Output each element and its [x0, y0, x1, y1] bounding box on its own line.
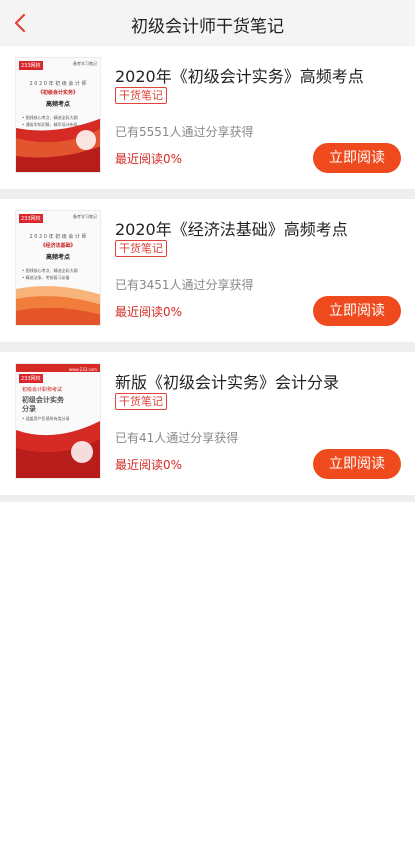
divider: [0, 342, 415, 352]
share-count: 已有3451人通过分享获得: [115, 278, 254, 292]
category-badge: 干货笔记: [115, 240, 167, 257]
cover-tag: 备考学习笔记: [73, 214, 97, 219]
cover-note: • 涵盖资产负债所有类分录: [22, 416, 70, 421]
cover-note: • 通俗学知识脉、精华设计布局: [22, 122, 78, 127]
cover-line: 初级会计职称考试: [22, 387, 63, 393]
note-card[interactable]: 233网校 www.233.com 初级会计职称考试 初级会计实务 分录 • 涵…: [0, 352, 415, 495]
cover-line: 2 0 2 0 年 初 级 会 计 师: [29, 81, 87, 87]
category-badge: 干货笔记: [115, 87, 167, 104]
cover-heading: 分录: [22, 405, 36, 413]
share-count: 已有41人通过分享获得: [115, 431, 239, 445]
cover-heading: 高频考点: [45, 254, 70, 261]
read-progress: 最近阅读0%: [115, 305, 183, 319]
cover-tag: 备考学习笔记: [73, 61, 97, 66]
cover-logo: 233网校: [19, 214, 43, 223]
note-card[interactable]: 233网校 备考学习笔记 2 0 2 0 年 初 级 会 计 师 《初级会计实务…: [0, 46, 415, 189]
empty-area: [0, 502, 415, 866]
read-progress: 最近阅读0%: [115, 152, 183, 166]
share-count: 已有5551人通过分享获得: [115, 125, 254, 139]
divider: [0, 189, 415, 199]
item-title[interactable]: 2020年《初级会计实务》高频考点: [115, 63, 364, 87]
cover-logo: 233网校: [19, 61, 43, 70]
book-cover[interactable]: 233网校 备考学习笔记 2 0 2 0 年 初 级 会 计 师 《经济法基础》…: [15, 210, 101, 326]
cover-book: 《经济法基础》: [40, 243, 76, 249]
cover-line: 2 0 2 0 年 初 级 会 计 师: [29, 234, 87, 240]
divider: [0, 495, 415, 502]
cover-note: • 图线核心考点、精选全彩大纲: [22, 115, 78, 120]
read-now-button[interactable]: 立即阅读: [313, 449, 401, 479]
item-title[interactable]: 2020年《经济法基础》高频考点: [115, 216, 348, 240]
cover-note: • 图线核心考点、精选全彩大纲: [22, 268, 78, 273]
cover-book: 《初级会计实务》: [37, 90, 78, 96]
book-cover[interactable]: 233网校 备考学习笔记 2 0 2 0 年 初 级 会 计 师 《初级会计实务…: [15, 57, 101, 173]
cover-logo: 233网校: [19, 374, 43, 383]
read-now-button[interactable]: 立即阅读: [313, 143, 401, 173]
cover-heading: 高频考点: [45, 101, 70, 108]
category-badge: 干货笔记: [115, 393, 167, 410]
note-card[interactable]: 233网校 备考学习笔记 2 0 2 0 年 初 级 会 计 师 《经济法基础》…: [0, 199, 415, 342]
book-cover[interactable]: 233网校 www.233.com 初级会计职称考试 初级会计实务 分录 • 涵…: [15, 363, 101, 479]
read-now-button[interactable]: 立即阅读: [313, 296, 401, 326]
cover-note: • 精选法条、考前复习必备: [22, 275, 70, 280]
top-bar: 初级会计师干货笔记: [0, 0, 415, 48]
page-title: 初级会计师干货笔记: [131, 17, 284, 37]
read-progress: 最近阅读0%: [115, 458, 183, 472]
cover-tag: www.233.com: [68, 367, 97, 372]
item-title[interactable]: 新版《初级会计实务》会计分录: [115, 369, 339, 393]
